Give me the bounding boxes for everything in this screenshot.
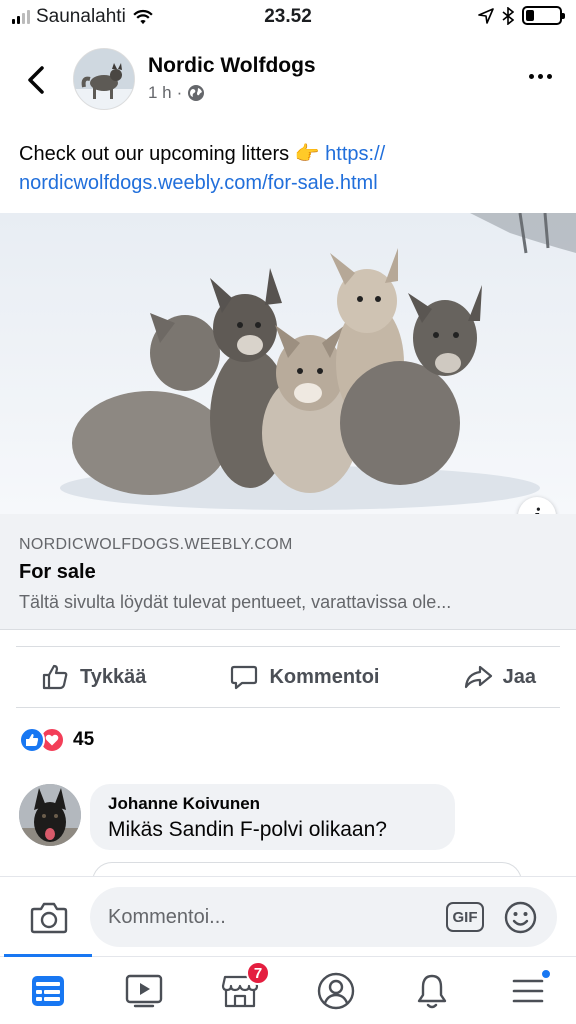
page-avatar[interactable] <box>73 48 135 110</box>
menu-icon <box>512 979 544 1003</box>
tab-profile[interactable] <box>314 969 358 1013</box>
share-arrow-icon <box>464 665 492 689</box>
page-name[interactable]: Nordic Wolfdogs <box>148 54 316 78</box>
menu-notification-dot <box>540 968 552 980</box>
gif-button[interactable]: GIF <box>446 902 484 932</box>
reaction-count: 45 <box>73 729 95 750</box>
like-label: Tykkää <box>80 665 147 688</box>
comment-composer: GIF <box>0 876 576 956</box>
status-bar: Saunalahti 23.52 <box>0 0 576 34</box>
camera-icon[interactable] <box>30 901 68 935</box>
share-button[interactable]: Jaa <box>463 662 536 692</box>
thumbs-up-icon <box>42 664 68 690</box>
preview-title: For sale <box>19 561 96 583</box>
comment-author[interactable]: Johanne Koivunen <box>108 794 437 814</box>
post-meta: 1 h · <box>148 83 205 103</box>
tab-notifications[interactable] <box>410 969 454 1013</box>
black-dog-avatar-image <box>19 784 81 846</box>
tab-marketplace[interactable]: 7 <box>218 961 270 1013</box>
marketplace-badge: 7 <box>246 961 270 985</box>
reactions-summary[interactable]: 45 <box>19 727 94 753</box>
notifications-icon <box>417 974 447 1009</box>
status-right <box>478 6 565 25</box>
globe-icon <box>188 85 205 101</box>
watch-icon <box>125 974 163 1008</box>
tab-menu[interactable] <box>506 968 552 1013</box>
bottom-tab-bar: 7 <box>0 954 576 1024</box>
pointing-hand-emoji: 👉 <box>294 143 320 165</box>
commenter-avatar[interactable] <box>19 784 81 846</box>
emoji-icon[interactable] <box>504 901 537 934</box>
wolfdog-avatar-image <box>74 49 134 109</box>
tab-news-feed[interactable] <box>26 969 70 1013</box>
comment-label: Kommentoi <box>269 665 380 688</box>
meta-separator: · <box>176 83 183 102</box>
battery-icon <box>522 6 565 25</box>
active-tab-indicator <box>4 954 92 957</box>
wolfdog-puppies-photo <box>0 213 576 514</box>
post-time[interactable]: 1 h <box>148 83 172 103</box>
bluetooth-icon <box>502 6 514 25</box>
more-options-icon[interactable] <box>529 74 552 79</box>
profile-icon <box>317 972 355 1010</box>
share-label: Jaa <box>502 665 536 688</box>
post-link-part1[interactable]: https:// <box>325 143 385 165</box>
link-preview-image[interactable] <box>0 213 576 514</box>
post-header: Nordic Wolfdogs 1 h · <box>0 44 576 118</box>
comment-bubble[interactable]: Johanne Koivunen Mikäs Sandin F-polvi ol… <box>90 784 455 850</box>
back-icon[interactable] <box>22 62 52 98</box>
comment-bubble-icon <box>231 665 258 690</box>
comment-button[interactable]: Kommentoi <box>229 662 379 692</box>
preview-domain: NORDICWOLFDOGS.WEEBLY.COM <box>19 536 293 553</box>
like-button[interactable]: Tykkää <box>40 662 146 692</box>
preview-description: Tältä sivulta löydät tulevat pentueet, v… <box>19 592 452 612</box>
battery-level <box>526 10 534 21</box>
post-message: Check out our upcoming litters <box>19 143 290 165</box>
post-link-part2[interactable]: nordicwolfdogs.weebly.com/for-sale.html <box>19 172 378 194</box>
location-arrow-icon <box>478 7 494 24</box>
comment-text: Mikäs Sandin F-polvi olikaan? <box>108 818 387 841</box>
comment-input[interactable] <box>90 887 557 947</box>
link-preview-meta[interactable]: NORDICWOLFDOGS.WEEBLY.COM For sale Tältä… <box>0 514 576 630</box>
post-action-bar: Tykkää Kommentoi Jaa <box>16 646 560 708</box>
post-text: Check out our upcoming litters 👉 https:/… <box>19 140 559 198</box>
news-feed-icon <box>32 976 64 1006</box>
tab-watch[interactable] <box>122 969 166 1013</box>
like-reaction-icon <box>19 727 45 753</box>
